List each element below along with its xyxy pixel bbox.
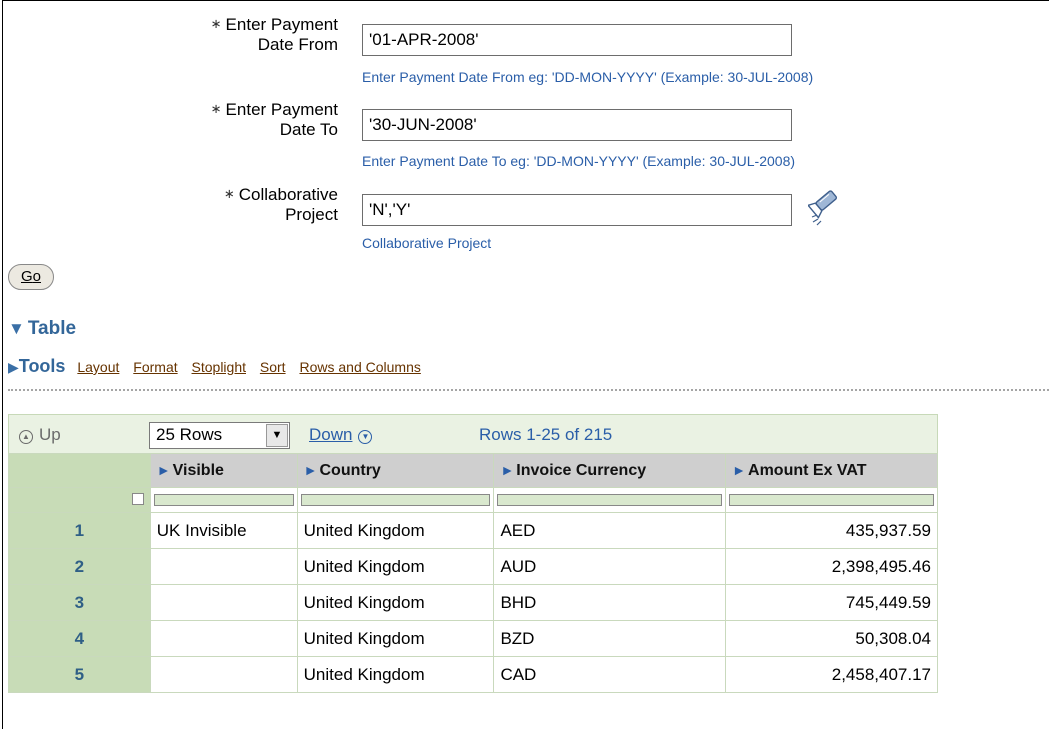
column-filter-invoice-currency[interactable] — [497, 494, 723, 506]
row-number: 2 — [8, 548, 151, 585]
cell-currency: AUD — [493, 548, 727, 585]
up-button[interactable]: ▲ Up — [19, 425, 61, 445]
page-top-border — [2, 0, 1049, 1]
table-header-row: ► Visible ► Country ► Invoice Currency ► Amo… — [8, 453, 938, 488]
collaborative-project-input[interactable] — [362, 194, 792, 226]
cell-amount: 2,398,495.46 — [725, 548, 938, 585]
row-number: 1 — [8, 512, 151, 549]
payment-from-label: ∗ Enter Payment Date From — [210, 15, 338, 54]
filter-cell — [296, 487, 495, 513]
cell-visible — [149, 620, 298, 657]
column-filter-amount[interactable] — [729, 494, 934, 506]
chevron-down-icon[interactable]: ▼ — [266, 424, 288, 447]
cell-currency: CAD — [493, 656, 727, 693]
results-table: ► Visible ► Country ► Invoice Currency ► Amo… — [8, 453, 938, 693]
payment-from-input[interactable] — [362, 24, 792, 56]
cell-amount: 745,449.59 — [725, 584, 938, 621]
cell-currency: AED — [493, 512, 727, 549]
cell-visible — [149, 584, 298, 621]
table-row: 2 United Kingdom AUD 2,398,495.46 — [8, 548, 938, 585]
table-row: 5 United Kingdom CAD 2,458,407.17 — [8, 656, 938, 693]
row-number-header — [8, 453, 151, 488]
cell-country: United Kingdom — [296, 656, 495, 693]
rows-range-label: Rows 1-25 of 215 — [479, 425, 613, 444]
sort-triangle-icon: ► — [303, 461, 318, 478]
column-filter-country[interactable] — [300, 494, 491, 506]
row-number: 3 — [8, 584, 151, 621]
up-arrow-icon: ▲ — [19, 430, 33, 444]
sort-triangle-icon: ► — [732, 461, 747, 478]
column-header-amount-ex-vat[interactable]: ► Amount Ex VAT — [725, 453, 938, 488]
filter-cell — [493, 487, 727, 513]
row-number: 5 — [8, 656, 151, 693]
tools-link-layout[interactable]: Layout — [77, 359, 119, 375]
payment-to-input[interactable] — [362, 109, 792, 141]
dotted-divider — [8, 389, 1049, 391]
table-row: 4 United Kingdom BZD 50,308.04 — [8, 620, 938, 657]
cell-country: United Kingdom — [296, 512, 495, 549]
cell-country: United Kingdom — [296, 548, 495, 585]
go-button[interactable]: Go — [8, 264, 54, 290]
cell-visible — [149, 548, 298, 585]
cell-country: United Kingdom — [296, 620, 495, 657]
tools-link-format[interactable]: Format — [133, 359, 177, 375]
cell-amount: 435,937.59 — [725, 512, 938, 549]
expand-triangle-icon: ▶ — [8, 359, 19, 375]
tools-toggle[interactable]: ▶Tools — [8, 356, 65, 376]
cell-currency: BZD — [493, 620, 727, 657]
down-button[interactable]: Down ▼ — [309, 425, 378, 445]
page-left-border — [2, 0, 3, 729]
tools-link-sort[interactable]: Sort — [260, 359, 286, 375]
rows-per-page-select[interactable]: 25 Rows ▼ — [149, 422, 290, 449]
column-header-invoice-currency[interactable]: ► Invoice Currency — [493, 453, 727, 488]
cell-visible: UK Invisible — [149, 512, 298, 549]
pagination-bar: ▲ Up 25 Rows ▼ Down ▼ Rows 1-25 of 215 — [8, 414, 938, 454]
payment-to-label: ∗ Enter Payment Date To — [210, 100, 338, 139]
column-filter-visible[interactable] — [153, 494, 294, 506]
cell-visible — [149, 656, 298, 693]
table-section-title[interactable]: ▼ Table — [8, 318, 76, 340]
required-marker: ∗ — [210, 16, 222, 31]
filter-cell — [725, 487, 938, 513]
cell-amount: 50,308.04 — [725, 620, 938, 657]
cell-country: United Kingdom — [296, 584, 495, 621]
tools-link-stoplight[interactable]: Stoplight — [192, 359, 246, 375]
select-all-cell — [8, 487, 151, 513]
row-number: 4 — [8, 620, 151, 657]
column-filter-row — [8, 487, 938, 513]
table-row: 1 UK Invisible United Kingdom AED 435,93… — [8, 512, 938, 549]
select-all-checkbox[interactable] — [131, 493, 144, 505]
sort-triangle-icon: ► — [500, 461, 515, 478]
table-row: 3 United Kingdom BHD 745,449.59 — [8, 584, 938, 621]
cell-amount: 2,458,407.17 — [725, 656, 938, 693]
tools-link-rows-and-columns[interactable]: Rows and Columns — [299, 359, 420, 375]
filter-cell — [149, 487, 298, 513]
down-arrow-icon: ▼ — [358, 430, 373, 444]
sort-triangle-icon: ► — [156, 461, 171, 478]
collapse-triangle-icon: ▼ — [8, 319, 25, 338]
flashlight-icon[interactable] — [806, 190, 850, 235]
column-header-visible[interactable]: ► Visible — [149, 453, 298, 488]
collaborative-project-label: ∗ Collaborative Project — [223, 185, 338, 224]
column-header-country[interactable]: ► Country — [296, 453, 495, 488]
collaborative-project-hint: Collaborative Project — [362, 235, 492, 251]
required-marker: ∗ — [210, 101, 222, 116]
required-marker: ∗ — [223, 186, 235, 201]
cell-currency: BHD — [493, 584, 727, 621]
payment-from-hint: Enter Payment Date From eg: 'DD-MON-YYYY… — [362, 69, 814, 85]
payment-to-hint: Enter Payment Date To eg: 'DD-MON-YYYY' … — [362, 153, 796, 169]
tools-bar: ▶Tools Layout Format Stoplight Sort Rows… — [8, 356, 431, 377]
